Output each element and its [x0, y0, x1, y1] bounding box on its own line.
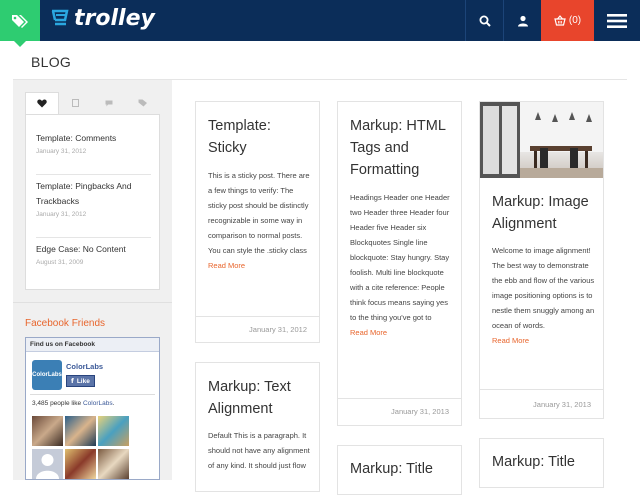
top-navigation-bar: trolley (0)	[0, 0, 640, 47]
colorlabs-logo-text: ColorLabs	[32, 372, 62, 378]
recent-post-date: January 31, 2012	[36, 211, 87, 218]
basket-icon	[554, 15, 566, 26]
facebook-page-link[interactable]: ColorLabs	[83, 400, 113, 407]
read-more-link[interactable]: Read More	[492, 336, 529, 345]
tab-recent[interactable]	[59, 92, 93, 114]
recent-post-item[interactable]: Template: Pingbacks And Trackbacks Janua…	[36, 179, 151, 218]
card-footer	[480, 389, 603, 390]
search-button[interactable]	[465, 0, 503, 41]
hamburger-menu-icon	[607, 13, 627, 28]
fan-avatar-placeholder[interactable]	[32, 449, 63, 479]
divider	[36, 237, 151, 238]
post-title[interactable]: Markup: HTML Tags and Formatting	[350, 115, 455, 181]
silhouette-icon	[36, 454, 59, 479]
post-card: Markup: Text Alignment Default This is a…	[195, 362, 320, 492]
site-logo[interactable]: trolley	[50, 6, 155, 31]
facebook-page-name[interactable]: ColorLabs	[66, 362, 103, 371]
comment-icon	[105, 100, 113, 106]
cart-button[interactable]: (0)	[541, 0, 594, 41]
tags-icon	[12, 14, 28, 28]
fan-avatar[interactable]	[65, 449, 96, 479]
facebook-f-icon: f	[71, 377, 74, 385]
dining-room-photo	[480, 102, 603, 178]
fan-avatar[interactable]	[65, 416, 96, 446]
card-footer	[338, 398, 461, 399]
post-title[interactable]: Template: Sticky	[208, 115, 308, 159]
post-card: Markup: Title	[479, 438, 604, 488]
menu-button[interactable]	[594, 0, 640, 41]
tab-tags[interactable]	[126, 92, 160, 114]
post-title[interactable]: Markup: Image Alignment	[492, 191, 597, 235]
facebook-like-count: 3,485 people like ColorLabs.	[32, 400, 115, 407]
post-card: Markup: HTML Tags and Formatting Heading…	[337, 101, 462, 426]
page-title: BLOG	[31, 54, 72, 70]
account-button[interactable]	[503, 0, 541, 41]
recent-post-item[interactable]: Edge Case: No Content August 31, 2009	[36, 242, 151, 266]
facebook-widget-title: Facebook Friends	[25, 318, 106, 329]
read-more-link[interactable]: Read More	[208, 261, 245, 270]
colorlabs-avatar[interactable]: ColorLabs	[32, 360, 62, 390]
recent-post-title[interactable]: Edge Case: No Content	[36, 242, 151, 257]
recent-post-title[interactable]: Template: Comments	[36, 131, 151, 146]
logo-text: trolley	[74, 6, 155, 31]
cart-count: (0)	[568, 15, 582, 26]
fan-avatar[interactable]	[32, 416, 63, 446]
post-excerpt: Welcome to image alignment! The best way…	[492, 246, 595, 345]
read-more-link[interactable]: Read More	[350, 328, 387, 337]
post-title[interactable]: Markup: Text Alignment	[208, 376, 312, 420]
trolley-cart-icon	[51, 9, 69, 25]
post-excerpt: Default This is a paragraph. It should n…	[208, 431, 310, 470]
post-featured-image[interactable]	[480, 102, 603, 178]
post-date: January 31, 2012	[249, 325, 307, 334]
fan-avatar[interactable]	[98, 416, 129, 446]
tab-popular[interactable]	[25, 92, 59, 114]
facebook-like-button[interactable]: f Like	[66, 375, 95, 387]
recent-post-item[interactable]: Template: Comments January 31, 2012	[36, 131, 151, 155]
search-icon	[479, 15, 491, 27]
post-card: Template: Sticky This is a sticky post. …	[195, 101, 320, 343]
divider	[30, 394, 155, 395]
post-card: Markup: Image Alignment Welcome to image…	[479, 101, 604, 419]
sidebar-divider	[13, 302, 172, 303]
heart-icon	[37, 99, 47, 108]
divider	[36, 174, 151, 175]
facebook-like-box: Find us on Facebook ColorLabs ColorLabs …	[25, 337, 160, 480]
post-excerpt: This is a sticky post. There are a few t…	[208, 171, 310, 270]
card-footer	[196, 316, 319, 317]
tags-toggle-button[interactable]	[0, 0, 40, 47]
sidebar-tabs	[25, 92, 160, 114]
post-date: January 31, 2013	[391, 407, 449, 416]
post-title[interactable]: Markup: Title	[350, 458, 454, 480]
user-icon	[517, 15, 528, 26]
tab-comments[interactable]	[93, 92, 127, 114]
recent-posts-list: Template: Comments January 31, 2012 Temp…	[25, 114, 160, 290]
tag-icon	[138, 99, 148, 107]
facebook-box-header[interactable]: Find us on Facebook	[26, 338, 159, 352]
post-excerpt: Headings Header one Header two Header th…	[350, 193, 450, 337]
like-label: Like	[76, 377, 90, 385]
post-title[interactable]: Markup: Title	[492, 451, 596, 473]
document-icon	[72, 99, 80, 107]
recent-post-title[interactable]: Template: Pingbacks And Trackbacks	[36, 179, 151, 209]
recent-post-date: January 31, 2012	[36, 148, 87, 155]
recent-post-date: August 31, 2009	[36, 259, 84, 266]
fan-avatar[interactable]	[98, 449, 129, 479]
post-date: January 31, 2013	[533, 400, 591, 409]
post-card: Markup: Title	[337, 445, 462, 495]
